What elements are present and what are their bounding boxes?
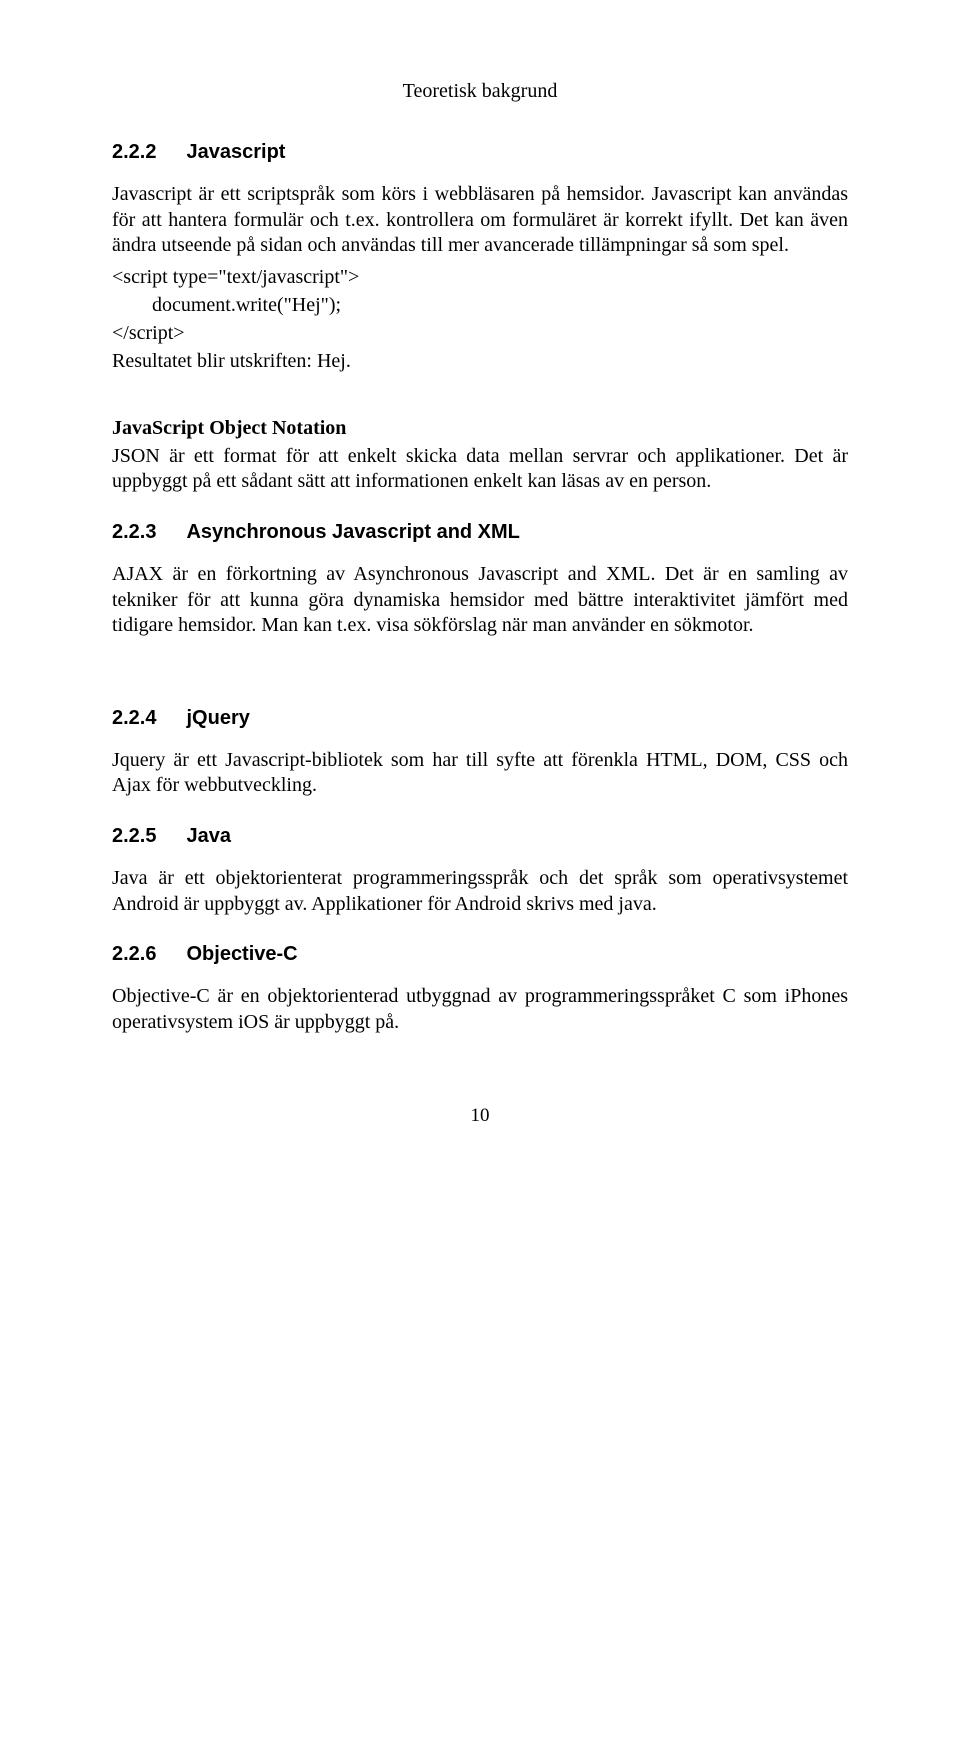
page-number: 10 xyxy=(112,1105,848,1127)
paragraph: AJAX är en förkortning av Asynchronous J… xyxy=(112,562,848,639)
section-number: 2.2.4 xyxy=(112,707,156,729)
section-title: Java xyxy=(186,825,231,847)
paragraph: Objective-C är en objektorienterad utbyg… xyxy=(112,984,848,1035)
paragraph: Javascript är ett scriptspråk som körs i… xyxy=(112,182,848,259)
section-heading-javascript: 2.2.2 Javascript xyxy=(112,141,848,164)
section-number: 2.2.6 xyxy=(112,943,156,965)
section-number: 2.2.5 xyxy=(112,825,156,847)
subsection-heading-json: JavaScript Object Notation xyxy=(112,417,848,440)
section-heading-ajax: 2.2.3 Asynchronous Javascript and XML xyxy=(112,521,848,544)
paragraph: Jquery är ett Javascript-bibliotek som h… xyxy=(112,748,848,799)
section-heading-jquery: 2.2.4 jQuery xyxy=(112,707,848,730)
code-line: <script type="text/javascript"> xyxy=(112,263,848,291)
section-number: 2.2.3 xyxy=(112,521,156,543)
section-number: 2.2.2 xyxy=(112,141,156,163)
code-line: document.write("Hej"); xyxy=(112,291,848,319)
section-title: Objective-C xyxy=(186,943,297,965)
paragraph: Java är ett objektorienterat programmeri… xyxy=(112,866,848,917)
section-title: Javascript xyxy=(186,141,285,163)
page-header: Teoretisk bakgrund xyxy=(112,80,848,103)
section-heading-java: 2.2.5 Java xyxy=(112,825,848,848)
paragraph: JSON är ett format för att enkelt skicka… xyxy=(112,444,848,495)
code-result: Resultatet blir utskriften: Hej. xyxy=(112,347,848,375)
section-title: jQuery xyxy=(186,707,249,729)
section-title: Asynchronous Javascript and XML xyxy=(186,521,519,543)
section-heading-objectivec: 2.2.6 Objective-C xyxy=(112,943,848,966)
code-line: </script> xyxy=(112,319,848,347)
